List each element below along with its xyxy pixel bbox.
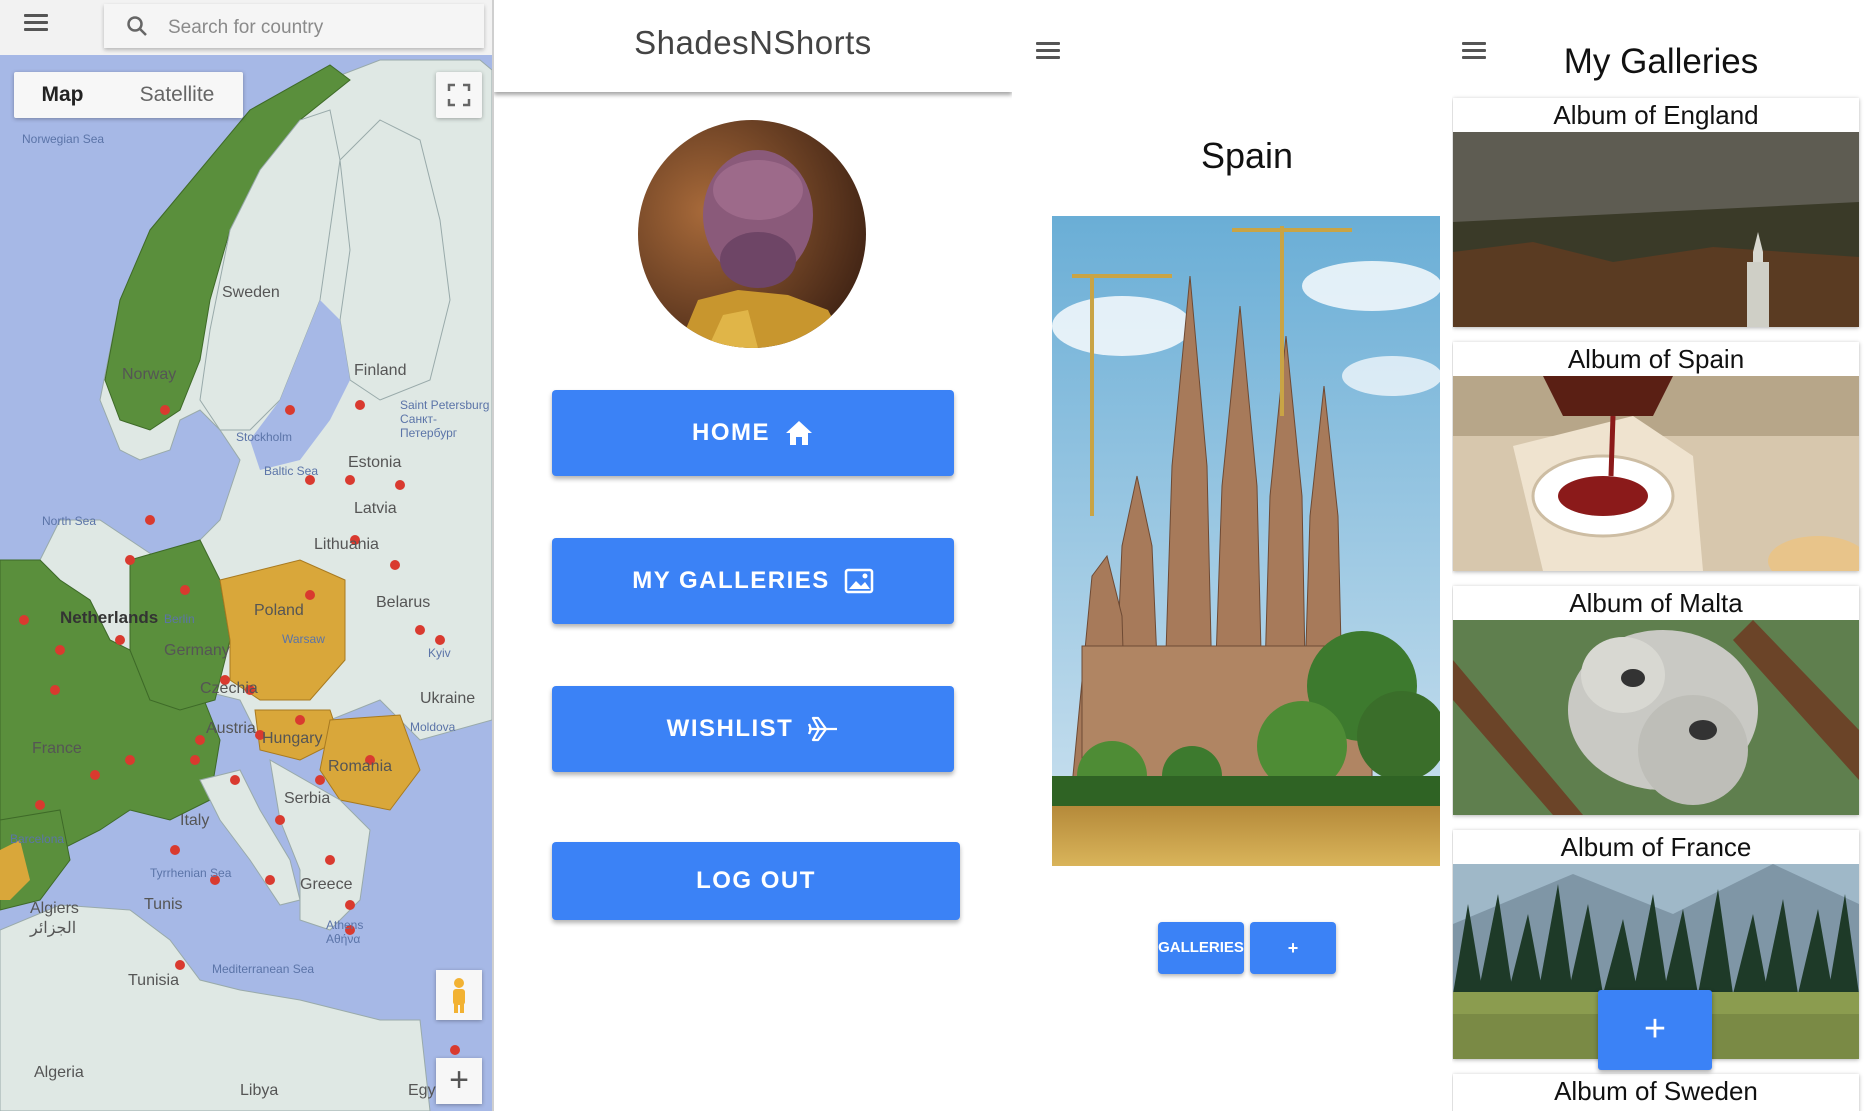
hamburger-menu-icon[interactable] <box>24 14 48 32</box>
page-title: My Galleries <box>1563 42 1759 81</box>
album-label: Album of France <box>1560 832 1752 862</box>
country-panel: Spain GALLERIES + <box>1012 0 1452 1111</box>
album-card-malta[interactable]: Album of Malta <box>1453 586 1859 815</box>
map-label-czechia: Czechia <box>200 680 258 697</box>
map-top-bar: Search for country <box>0 0 492 55</box>
log-out-button-label: LOG OUT <box>696 867 816 894</box>
map-label-austria: Austria <box>206 720 256 737</box>
map-label-belarus: Belarus <box>376 594 431 611</box>
map-label-serbia: Serbia <box>284 790 331 807</box>
wishlist-button-label: WISHLIST <box>666 715 794 742</box>
map-label-poland: Poland <box>254 602 304 619</box>
map-label-warsaw: Warsaw <box>282 632 325 646</box>
map-label-finland: Finland <box>354 362 407 379</box>
map-label-latvia: Latvia <box>354 500 397 517</box>
album-card-sweden[interactable]: Album of Sweden <box>1453 1074 1859 1111</box>
galleries-panel: My Galleries Album of England Album of S… <box>1452 0 1870 1111</box>
map-label-sweden: Sweden <box>222 284 280 301</box>
map-label-estonia: Estonia <box>348 454 402 471</box>
map-type-map-button[interactable]: Map <box>14 72 111 118</box>
album-card-england[interactable]: Album of England <box>1453 98 1859 327</box>
album-label: Album of Spain <box>1567 344 1745 374</box>
home-button[interactable]: HOME <box>552 390 954 476</box>
album-cover-image <box>1453 376 1859 571</box>
galleries-button[interactable]: GALLERIES <box>1158 922 1244 974</box>
country-title: Spain <box>1200 135 1294 176</box>
map-label-tyrrhenian-sea: Tyrrhenian Sea <box>150 866 232 880</box>
map-label-libya: Libya <box>240 1082 279 1099</box>
map-type-satellite-button[interactable]: Satellite <box>111 72 243 118</box>
add-album-fab[interactable]: + <box>1598 990 1712 1070</box>
map-label-north-sea: North Sea <box>42 514 97 528</box>
app-title: ShadesNShorts <box>634 24 872 61</box>
album-cover <box>1453 132 1859 327</box>
map-label-germany: Germany <box>164 642 230 659</box>
image-icon <box>844 568 874 594</box>
map-label-mediterranean-sea: Mediterranean Sea <box>212 962 315 976</box>
home-icon <box>786 421 812 445</box>
album-cover-image <box>1453 620 1859 815</box>
fullscreen-icon <box>447 83 471 107</box>
sagrada-familia-image <box>1052 216 1440 866</box>
country-search-input[interactable]: Search for country <box>104 4 484 48</box>
wishlist-button[interactable]: WISHLIST <box>552 686 954 772</box>
home-button-label: HOME <box>692 419 770 446</box>
map-label-egypt: Egy <box>408 1082 436 1099</box>
airplane-icon <box>808 716 838 742</box>
album-cover <box>1453 620 1859 815</box>
street-view-pegman-button[interactable] <box>436 970 482 1020</box>
map-label-moldova: Moldova <box>410 720 456 734</box>
log-out-button[interactable]: LOG OUT <box>552 842 960 920</box>
zoom-in-button[interactable]: + <box>436 1058 482 1104</box>
hamburger-menu-icon[interactable] <box>1036 42 1060 60</box>
album-card-spain[interactable]: Album of Spain <box>1453 342 1859 571</box>
album-label: Album of England <box>1553 100 1759 130</box>
search-icon <box>127 16 147 36</box>
map-label-hungary: Hungary <box>262 730 323 747</box>
search-placeholder: Search for country <box>168 17 324 38</box>
pegman-icon <box>453 978 465 1013</box>
map-label-barcelona: Barcelona <box>10 832 65 846</box>
map-label-lithuania: Lithuania <box>314 536 379 553</box>
map-panel: Norwegian Sea Sweden Finland Norway Sain… <box>0 0 494 1111</box>
app-bar: ShadesNShorts <box>494 0 1012 92</box>
map-label-norwegian-sea: Norwegian Sea <box>22 132 105 146</box>
europe-map[interactable] <box>0 0 492 1111</box>
map-label-athens: Athens Αθήνα <box>326 918 364 946</box>
map-label-norway: Norway <box>122 366 177 383</box>
map-label-greece: Greece <box>300 876 353 893</box>
map-label-st-petersburg: Saint Petersburg Санкт-Петербург <box>400 398 490 440</box>
add-photo-button[interactable]: + <box>1250 922 1336 974</box>
my-galleries-button[interactable]: MY GALLERIES <box>552 538 954 624</box>
map-label-kyiv: Kyiv <box>428 646 451 660</box>
map-label-tunisia: Tunisia <box>128 972 179 989</box>
country-photo <box>1052 216 1440 866</box>
my-galleries-button-label: MY GALLERIES <box>632 567 830 594</box>
profile-photo <box>638 120 866 348</box>
album-cover <box>1453 376 1859 571</box>
album-label: Album of Malta <box>1569 588 1743 618</box>
map-label-baltic-sea: Baltic Sea <box>264 464 319 478</box>
map-label-netherlands: Netherlands <box>60 608 159 627</box>
map-label-italy: Italy <box>180 812 210 829</box>
avatar[interactable] <box>638 120 866 348</box>
map-label-france: France <box>32 740 82 757</box>
album-label: Album of Sweden <box>1554 1076 1758 1106</box>
fullscreen-button[interactable] <box>436 72 482 118</box>
map-label-tunis: Tunis <box>144 896 183 913</box>
map-label-ukraine: Ukraine <box>420 690 476 707</box>
map-label-algeria: Algeria <box>34 1064 84 1081</box>
menu-panel: ShadesNShorts HOME MY GALLERIES WISHLIST… <box>494 0 1012 1111</box>
map-type-control: Map Satellite <box>14 72 243 118</box>
map-label-romania: Romania <box>328 758 393 775</box>
map-label-berlin: Berlin <box>164 612 195 626</box>
album-cover-image <box>1453 132 1859 327</box>
map-label-stockholm: Stockholm <box>236 430 293 444</box>
map-label-algiers: Algiers الجزائر <box>30 900 79 937</box>
